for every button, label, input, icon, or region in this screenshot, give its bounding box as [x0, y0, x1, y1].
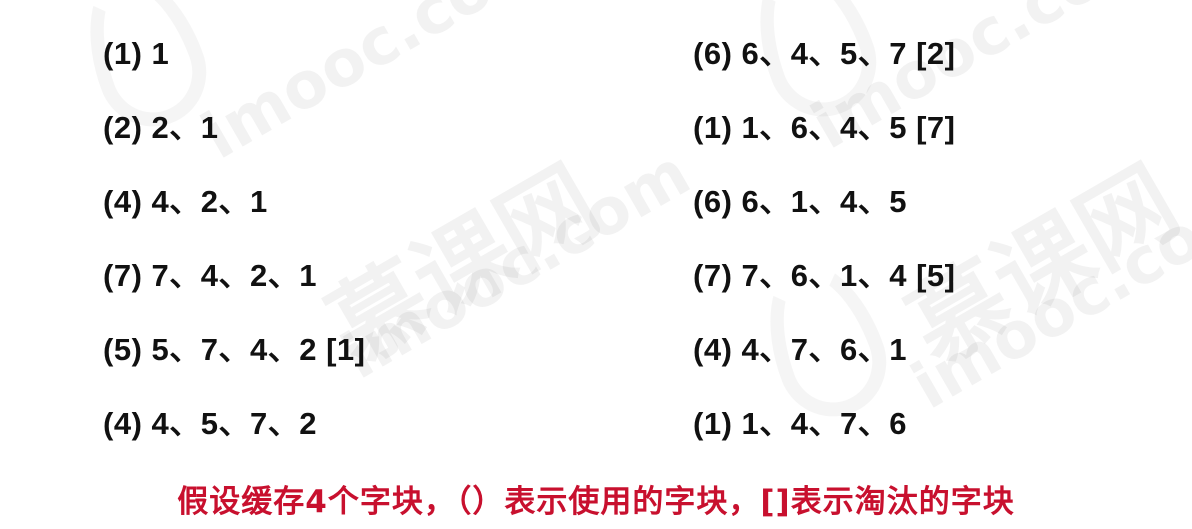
list-item: (5) 5、7、4、2 [1] [103, 332, 366, 367]
list-item: (6) 6、4、5、7 [2] [693, 36, 956, 71]
list-item: (4) 4、7、6、1 [693, 332, 907, 367]
list-item: (1) 1、4、7、6 [693, 406, 907, 441]
list-item: (4) 4、2、1 [103, 184, 268, 219]
right-sequence-list: (6) 6、4、5、7 [2] (1) 1、6、4、5 [7] (6) 6、1、… [693, 28, 955, 472]
watermark-text: imooc.com [330, 136, 703, 395]
list-item: (2) 2、1 [103, 110, 219, 145]
caption: 假设缓存4个字块，（）表示使用的字块，[]表示淘汰的字块 [177, 484, 1015, 520]
list-item: (7) 7、4、2、1 [103, 258, 317, 293]
list-item: (4) 4、5、7、2 [103, 406, 317, 441]
list-item: (1) 1 [103, 36, 170, 71]
list-item: (6) 6、1、4、5 [693, 184, 907, 219]
left-sequence-list: (1) 1 (2) 2、1 (4) 4、2、1 (7) 7、4、2、1 (5) … [103, 28, 365, 472]
list-item: (1) 1、6、4、5 [7] [693, 110, 956, 145]
list-item: (7) 7、6、1、4 [5] [693, 258, 956, 293]
